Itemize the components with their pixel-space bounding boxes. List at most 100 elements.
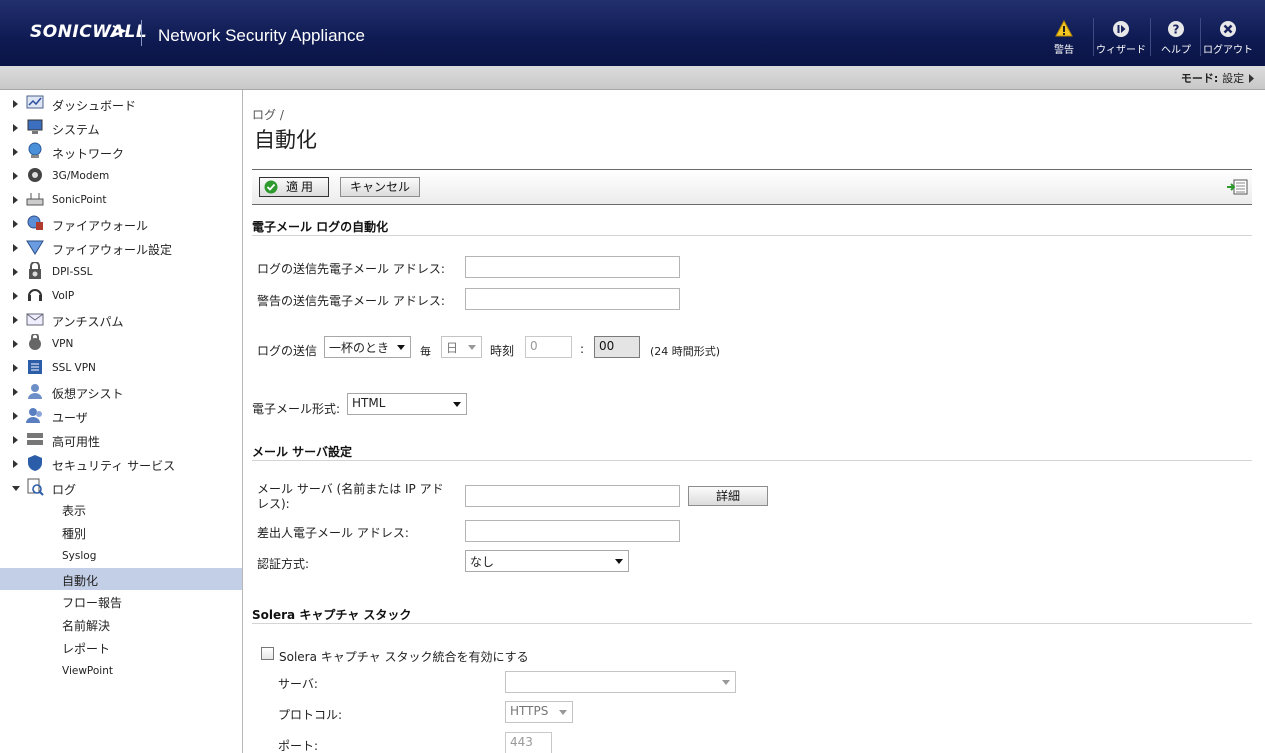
sidebar-item-network[interactable]: ネットワーク <box>0 141 242 163</box>
hour-input[interactable]: 0 <box>525 336 572 358</box>
page-title: 自動化 <box>254 128 317 152</box>
expand-arrow-icon <box>13 388 18 396</box>
server-select[interactable] <box>505 671 736 693</box>
sidebar-subitem-label: フロー報告 <box>62 596 123 610</box>
sidebar-subitem-name-resolution[interactable]: 名前解決 <box>0 613 242 635</box>
sidebar-item-antispam[interactable]: アンチスパム <box>0 309 242 331</box>
breadcrumb[interactable]: ログ / <box>252 106 284 123</box>
cancel-button[interactable]: キャンセル <box>340 177 420 197</box>
sidebar-item-firewall-settings[interactable]: ファイアウォール設定 <box>0 237 242 259</box>
vpn-icon <box>29 334 41 350</box>
mode-switch[interactable]: モード: 設定 <box>1181 70 1255 86</box>
logout-button[interactable]: ログアウト <box>1203 20 1253 60</box>
port-input[interactable]: 443 <box>505 732 552 753</box>
sidebar-item-firewall[interactable]: ファイアウォール <box>0 213 242 235</box>
alert-to-label: 警告の送信先電子メール アドレス: <box>257 294 445 308</box>
sidebar-item-label: ユーザ <box>52 411 88 425</box>
mode-arrow-icon <box>1249 74 1254 83</box>
help-icon: ? <box>1168 21 1184 37</box>
firewall-settings-icon <box>26 240 44 255</box>
log-to-email-input[interactable] <box>465 256 680 278</box>
minute-input[interactable]: 00 <box>594 336 640 358</box>
from-email-label: 差出人電子メール アドレス: <box>257 526 409 540</box>
every-label: 毎 <box>420 345 431 358</box>
mail-server-input[interactable] <box>465 485 680 507</box>
sidebar-subitem-category[interactable]: 種別 <box>0 521 242 543</box>
sidebar-subitem-label: Syslog <box>62 550 97 562</box>
send-log-label: ログの送信 <box>257 344 318 358</box>
sidebar-subitem-reports[interactable]: レポート <box>0 636 242 658</box>
sidebar-item-label: ログ <box>52 483 77 497</box>
sidebar-subitem-syslog[interactable]: Syslog <box>0 545 242 567</box>
protocol-select[interactable]: HTTPS <box>505 701 573 723</box>
sidebar-item-users[interactable]: ユーザ <box>0 405 242 427</box>
sidebar-subitem-viewpoint[interactable]: ViewPoint <box>0 660 242 682</box>
sidebar-item-label: 3G/Modem <box>52 170 110 182</box>
export-icon[interactable] <box>1226 179 1248 195</box>
sidebar-item-label: ファイアウォール <box>52 219 149 233</box>
warning-icon <box>1055 20 1073 37</box>
sidebar-item-system[interactable]: システム <box>0 117 242 139</box>
expand-arrow-icon <box>13 436 18 444</box>
server-label: サーバ: <box>278 677 318 691</box>
solera-section-header: Solera キャプチャ スタック <box>252 606 1252 624</box>
sidebar-subitem-label: 表示 <box>62 504 87 518</box>
chevron-down-icon <box>615 559 623 564</box>
sidebar-subitem-flow-reporting[interactable]: フロー報告 <box>0 590 242 612</box>
expand-arrow-icon <box>13 460 18 468</box>
chevron-down-icon <box>468 345 476 350</box>
wizard-button[interactable]: ウィザード <box>1096 20 1146 60</box>
logout-icon <box>1220 21 1236 37</box>
sidebar-item-security-services[interactable]: セキュリティ サービス <box>0 453 242 475</box>
day-select[interactable]: 日 <box>441 336 482 358</box>
help-button[interactable]: ? ヘルプ <box>1151 20 1201 60</box>
sidebar-item-log[interactable]: ログ <box>0 477 242 499</box>
checkmark-icon <box>264 180 278 194</box>
mode-value: 設定 <box>1222 72 1245 85</box>
network-icon <box>28 142 42 158</box>
log-icon <box>27 478 44 496</box>
protocol-value: HTTPS <box>510 704 549 718</box>
sidebar-item-high-availability[interactable]: 高可用性 <box>0 429 242 451</box>
sidebar-item-3g-modem[interactable]: 3G/Modem <box>0 165 242 187</box>
system-icon <box>27 119 43 134</box>
sonicpoint-icon <box>26 193 44 206</box>
solera-enable-checkbox[interactable] <box>261 647 274 660</box>
sidebar-item-label: VoIP <box>52 290 75 302</box>
chevron-down-icon <box>453 402 461 407</box>
sidebar-subitem-view[interactable]: 表示 <box>0 498 242 520</box>
log-to-label: ログの送信先電子メール アドレス: <box>257 262 445 276</box>
dashboard-icon <box>26 95 44 109</box>
sidebar-item-ssl-vpn[interactable]: SSL VPN <box>0 357 242 379</box>
security-services-icon <box>28 455 42 471</box>
sidebar-nav: ダッシュボード システム ネットワーク 3G/Modem SonicPoint … <box>0 90 243 753</box>
sidebar-item-virtual-assist[interactable]: 仮想アシスト <box>0 381 242 403</box>
collapse-arrow-icon <box>12 486 20 491</box>
from-email-input[interactable] <box>465 520 680 542</box>
alert-to-email-input[interactable] <box>465 288 680 310</box>
email-format-label: 電子メール形式: <box>252 402 341 416</box>
sidebar-item-vpn[interactable]: VPN <box>0 333 242 355</box>
auth-method-select[interactable]: なし <box>465 550 629 572</box>
detail-button[interactable]: 詳細 <box>688 486 768 506</box>
app-header: SONICWALL Network Security Appliance 警告 … <box>0 0 1265 66</box>
app-title: Network Security Appliance <box>158 26 365 45</box>
email-format-select[interactable]: HTML <box>347 393 467 415</box>
time-colon: : <box>580 342 585 356</box>
high-availability-icon <box>27 433 43 445</box>
expand-arrow-icon <box>13 316 18 324</box>
sidebar-item-sonicpoint[interactable]: SonicPoint <box>0 189 242 211</box>
sidebar-item-voip[interactable]: VoIP <box>0 285 242 307</box>
sidebar-item-dashboard[interactable]: ダッシュボード <box>0 93 242 115</box>
firewall-icon <box>27 215 43 230</box>
day-value: 日 <box>446 341 459 355</box>
sidebar-subitem-automation[interactable]: 自動化 <box>0 568 242 590</box>
warning-button[interactable]: 警告 <box>1039 20 1089 60</box>
sidebar-item-dpi-ssl[interactable]: DPI-SSL <box>0 261 242 283</box>
sidebar-item-label: セキュリティ サービス <box>52 459 176 473</box>
logo-swoosh-icon <box>112 25 126 37</box>
sidebar-item-label: システム <box>52 123 100 137</box>
antispam-icon <box>26 313 44 326</box>
send-log-select[interactable]: 一杯のとき <box>324 336 411 358</box>
apply-button[interactable]: 適用 <box>259 177 329 197</box>
